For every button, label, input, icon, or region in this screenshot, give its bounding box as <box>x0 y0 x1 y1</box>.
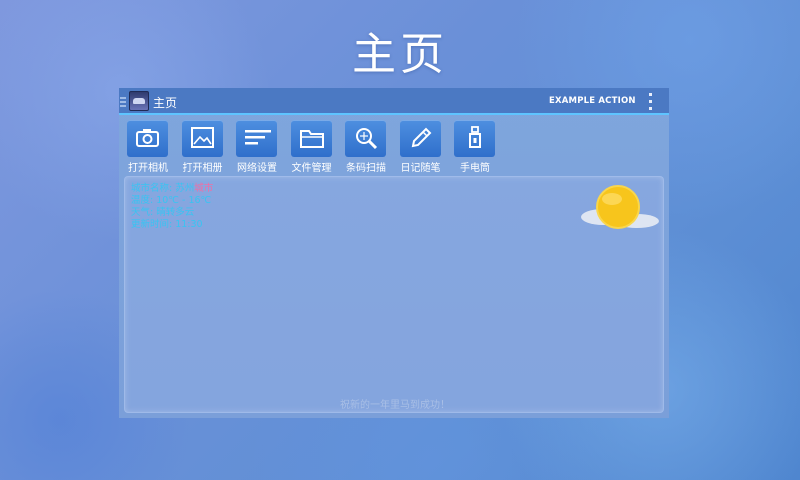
weather-update-time: 更新时间: 11:30 <box>131 219 203 230</box>
pencil-icon <box>399 120 441 157</box>
open-camera-button[interactable]: 打开相机 <box>123 120 178 174</box>
open-album-button[interactable]: 打开相册 <box>178 120 233 174</box>
barcode-scan-icon <box>345 120 386 157</box>
flashlight-icon <box>454 120 495 157</box>
app-logo-icon[interactable] <box>129 91 149 111</box>
weather-condition: 天气: 晴转多云 <box>131 207 195 218</box>
weather-info: 城市名称: 苏州城市 温度: 10℃ - 16℃ 天气: 晴转多云 更新时间: … <box>131 183 213 231</box>
tool-label: 网络设置 <box>237 163 277 174</box>
drawer-indicator-icon[interactable] <box>120 97 126 107</box>
tool-label: 条码扫描 <box>346 163 386 174</box>
content-panel: 城市名称: 苏州城市 温度: 10℃ - 16℃ 天气: 晴转多云 更新时间: … <box>124 176 664 413</box>
barcode-scan-button[interactable]: 条码扫描 <box>341 120 396 174</box>
page-title: 主页 <box>352 29 448 80</box>
camera-icon <box>127 120 168 157</box>
tool-label: 打开相册 <box>182 163 223 174</box>
overflow-menu-icon[interactable] <box>647 93 653 110</box>
folder-icon <box>290 120 332 157</box>
action-bar-title: 主页 <box>153 96 178 110</box>
flashlight-button[interactable]: 手电筒 <box>450 120 505 174</box>
photo-album-icon <box>181 120 223 157</box>
action-bar: 主页 EXAMPLE ACTION <box>119 88 669 115</box>
tool-label: 文件管理 <box>291 163 332 174</box>
network-settings-icon <box>236 120 277 157</box>
weather-city: 城市名称: 苏州城市 <box>131 183 213 195</box>
tool-label: 手电筒 <box>460 163 490 174</box>
tool-label: 打开相机 <box>128 163 168 174</box>
diary-button[interactable]: 日记随笔 <box>396 120 451 174</box>
tool-label: 日记随笔 <box>400 163 441 174</box>
weather-city-name: 城市 <box>194 183 214 194</box>
footer-message: 祝新的一年里马到成功！ <box>340 400 450 411</box>
file-manager-button[interactable]: 文件管理 <box>287 120 342 174</box>
app-window: 主页 EXAMPLE ACTION 打开相机 打开相册 网络设置 文件管理 条码… <box>119 88 669 418</box>
weather-city-label: 城市名称: 苏州 <box>131 183 195 194</box>
example-action-button[interactable]: EXAMPLE ACTION <box>549 96 636 106</box>
network-settings-button[interactable]: 网络设置 <box>232 120 287 174</box>
weather-temperature: 温度: 10℃ - 16℃ <box>131 195 212 206</box>
sunny-cloudy-icon <box>581 185 659 229</box>
toolbar: 打开相机 打开相册 网络设置 文件管理 条码扫描 日记随笔 手电筒 <box>123 120 505 174</box>
